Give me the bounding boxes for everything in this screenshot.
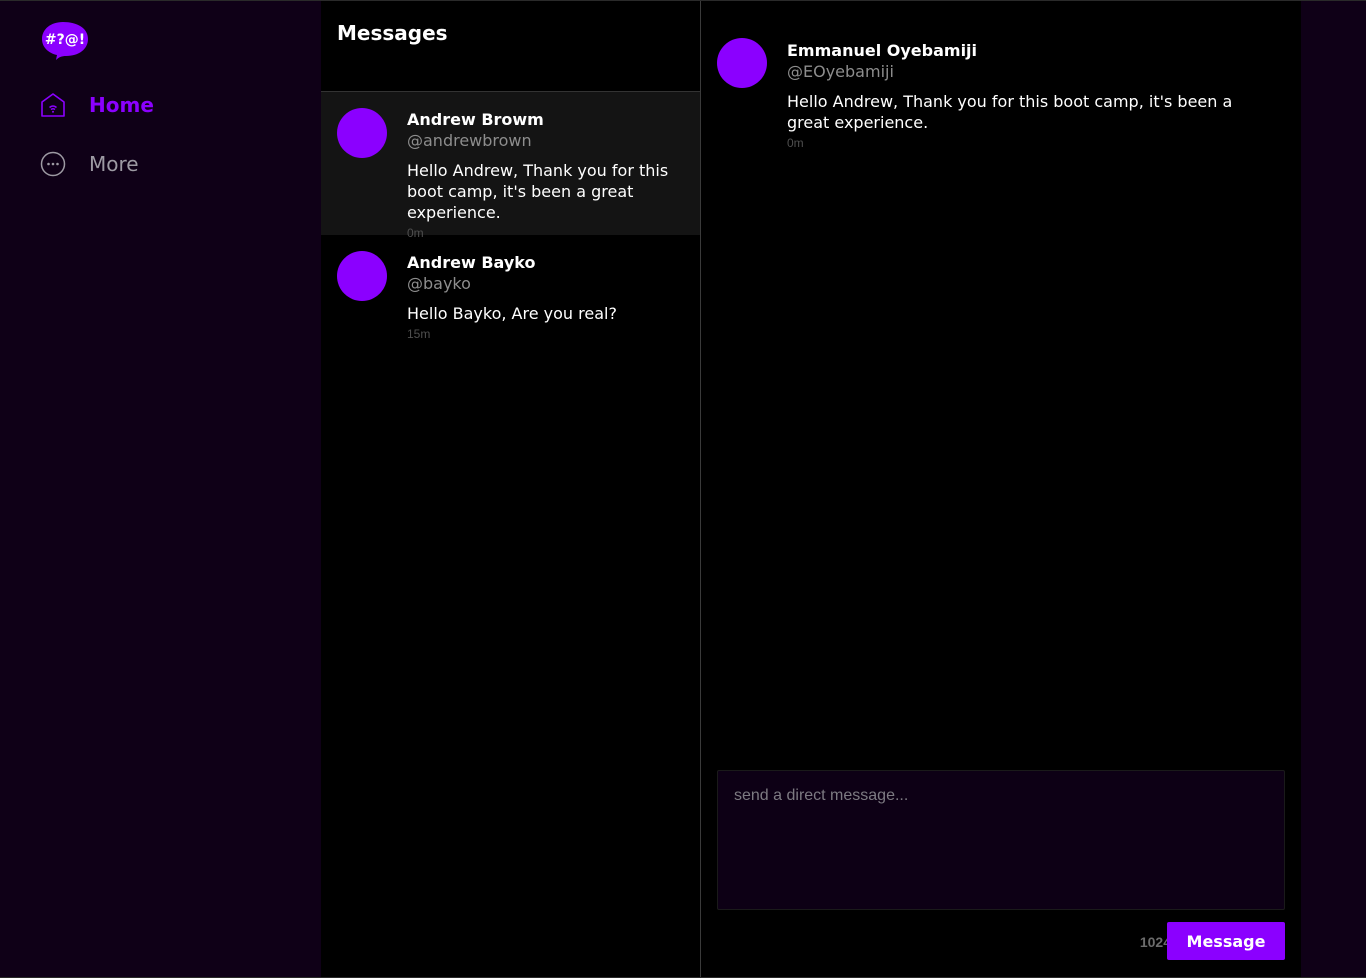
group-name: Andrew Bayko	[407, 253, 536, 272]
home-icon	[40, 92, 66, 118]
send-message-button[interactable]: Message	[1167, 922, 1285, 960]
more-icon	[40, 151, 66, 177]
message-sender-name: Emmanuel Oyebamiji	[787, 41, 978, 60]
message-time: 0m	[787, 136, 804, 150]
message-text: Hello Andrew, Thank you for this boot ca…	[787, 92, 1233, 132]
sidebar-nav: #?@! Home More	[0, 1, 321, 977]
app-root: #?@! Home More Messages Andrew Browm @an…	[0, 0, 1366, 978]
nav-item-home[interactable]: Home	[40, 90, 154, 120]
message-groups-panel: Messages Andrew Browm @andrewbrown Hello…	[321, 1, 701, 977]
logo-icon: #?@!	[42, 22, 88, 60]
group-last-message: Hello Andrew, Thank you for this boot ca…	[407, 161, 669, 222]
avatar	[717, 38, 767, 88]
right-gutter	[1301, 1, 1366, 977]
nav-more-label: More	[89, 152, 139, 176]
logo-text: #?@!	[45, 32, 85, 48]
message-item: Emmanuel Oyebamiji @EOyebamiji Hello And…	[701, 1, 1301, 161]
group-handle: @bayko	[407, 274, 471, 293]
avatar	[337, 251, 387, 301]
app-logo[interactable]: #?@!	[41, 21, 91, 63]
message-group-item[interactable]: Andrew Bayko @bayko Hello Bayko, Are you…	[321, 235, 700, 355]
avatar	[337, 108, 387, 158]
conversation-panel: Emmanuel Oyebamiji @EOyebamiji Hello And…	[701, 1, 1301, 977]
groups-header: Messages	[321, 1, 700, 92]
page-title: Messages	[337, 21, 448, 45]
group-last-message: Hello Bayko, Are you real?	[407, 304, 617, 323]
nav-item-more[interactable]: More	[40, 149, 139, 179]
direct-message-input[interactable]	[717, 770, 1285, 910]
nav-home-label: Home	[89, 93, 154, 117]
group-time: 15m	[407, 327, 431, 341]
group-handle: @andrewbrown	[407, 131, 532, 150]
message-group-item[interactable]: Andrew Browm @andrewbrown Hello Andrew, …	[321, 92, 700, 240]
group-name: Andrew Browm	[407, 110, 544, 129]
message-sender-handle: @EOyebamiji	[787, 62, 894, 81]
